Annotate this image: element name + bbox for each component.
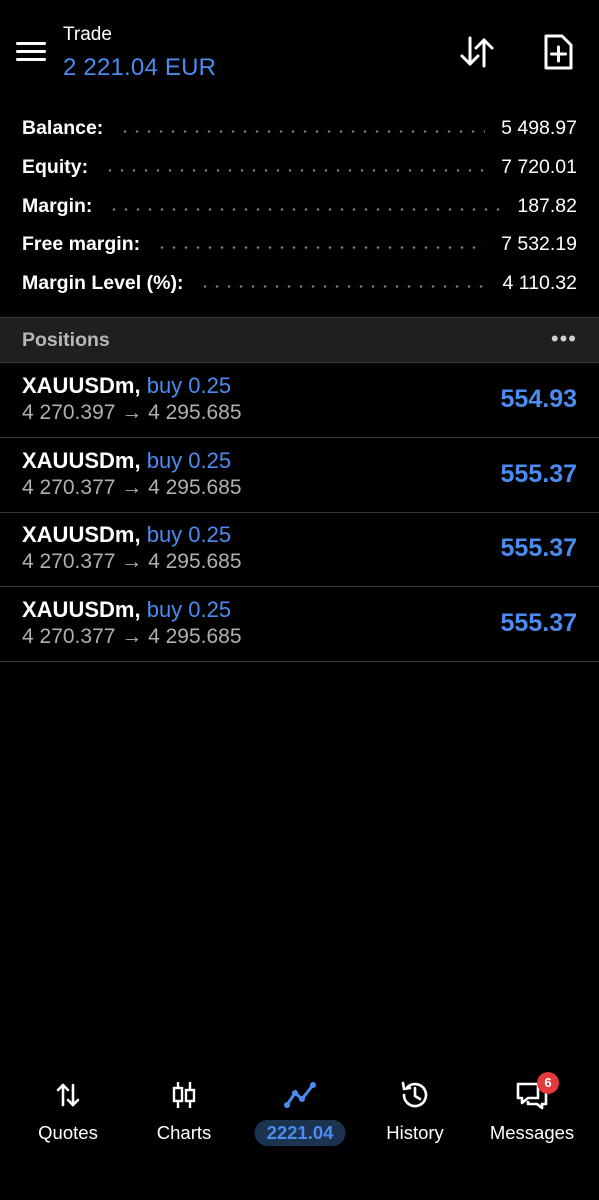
dotted-leader [104,168,486,172]
position-side: buy 0.25 [146,597,232,622]
position-row[interactable]: XAUUSDm, buy 0.25 4 270.377 → 4 295.685 … [0,438,599,513]
top-bar: Trade 2 221.04 EUR [0,0,599,100]
tab-label: Messages [489,1122,575,1143]
position-prices: 4 270.377 → 4 295.685 [22,476,242,499]
tab-label: Charts [156,1122,212,1143]
margin-level-value: 4 110.32 [502,271,577,294]
position-prices: 4 270.377 → 4 295.685 [22,550,242,573]
page-title: Trade [63,24,112,45]
equity-label: Equity: [22,155,89,178]
summary-row-equity: Equity: 7 720.01 [22,152,577,182]
position-symbol: XAUUSDm, [22,373,141,398]
tab-label: 2221.04 [254,1120,346,1146]
more-icon[interactable]: ••• [551,326,577,352]
summary-row-margin-level: Margin Level (%): 4 110.32 [22,268,577,298]
tab-quotes[interactable]: Quotes [18,1070,118,1160]
position-symbol: XAUUSDm, [22,597,141,622]
charts-icon [172,1082,196,1108]
account-profit: 2 221.04 EUR [63,54,217,81]
positions-header: Positions ••• [0,317,599,363]
equity-value: 7 720.01 [501,155,577,178]
summary-row-free-margin: Free margin: 7 532.19 [22,229,577,259]
unread-badge: 6 [537,1072,559,1094]
summary-row-balance: Balance: 5 498.97 [22,113,577,143]
dotted-leader [108,207,502,211]
position-profit: 555.37 [500,460,577,488]
position-symbol: XAUUSDm, [22,448,141,473]
tab-charts[interactable]: Charts [134,1070,234,1160]
position-side: buy 0.25 [146,373,232,398]
position-profit: 555.37 [500,534,577,562]
bottom-nav: Quotes Charts 2221.04 History 6 Messages [0,1070,599,1180]
tab-history[interactable]: History [365,1070,465,1160]
balance-value: 5 498.97 [501,116,577,139]
tab-trade[interactable]: 2221.04 [244,1070,356,1160]
menu-icon[interactable] [16,40,46,64]
trade-icon [284,1082,316,1108]
summary-row-margin: Margin: 187.82 [22,191,577,221]
position-row[interactable]: XAUUSDm, buy 0.25 4 270.377 → 4 295.685 … [0,587,599,662]
dotted-leader [199,284,487,288]
positions-title: Positions [22,329,110,351]
dotted-leader [119,129,486,133]
margin-label: Margin: [22,194,93,217]
balance-label: Balance: [22,116,104,139]
new-order-icon[interactable] [538,32,578,72]
sort-icon[interactable] [457,32,497,72]
free-margin-value: 7 532.19 [501,232,577,255]
position-profit: 555.37 [500,609,577,637]
position-symbol: XAUUSDm, [22,522,141,547]
tab-label: History [386,1122,444,1143]
dotted-leader [156,245,486,249]
tab-messages[interactable]: 6 Messages [479,1070,585,1160]
margin-value: 187.82 [517,194,577,217]
position-prices: 4 270.377 → 4 295.685 [22,625,242,648]
position-row[interactable]: XAUUSDm, buy 0.25 4 270.397 → 4 295.685 … [0,363,599,438]
position-prices: 4 270.397 → 4 295.685 [22,401,242,424]
quotes-icon [56,1083,80,1107]
position-row[interactable]: XAUUSDm, buy 0.25 4 270.377 → 4 295.685 … [0,512,599,587]
position-profit: 554.93 [500,385,577,413]
margin-level-label: Margin Level (%): [22,271,184,294]
position-side: buy 0.25 [146,522,232,547]
free-margin-label: Free margin: [22,232,141,255]
history-icon [401,1081,428,1108]
tab-label: Quotes [38,1122,98,1143]
position-side: buy 0.25 [146,448,232,473]
